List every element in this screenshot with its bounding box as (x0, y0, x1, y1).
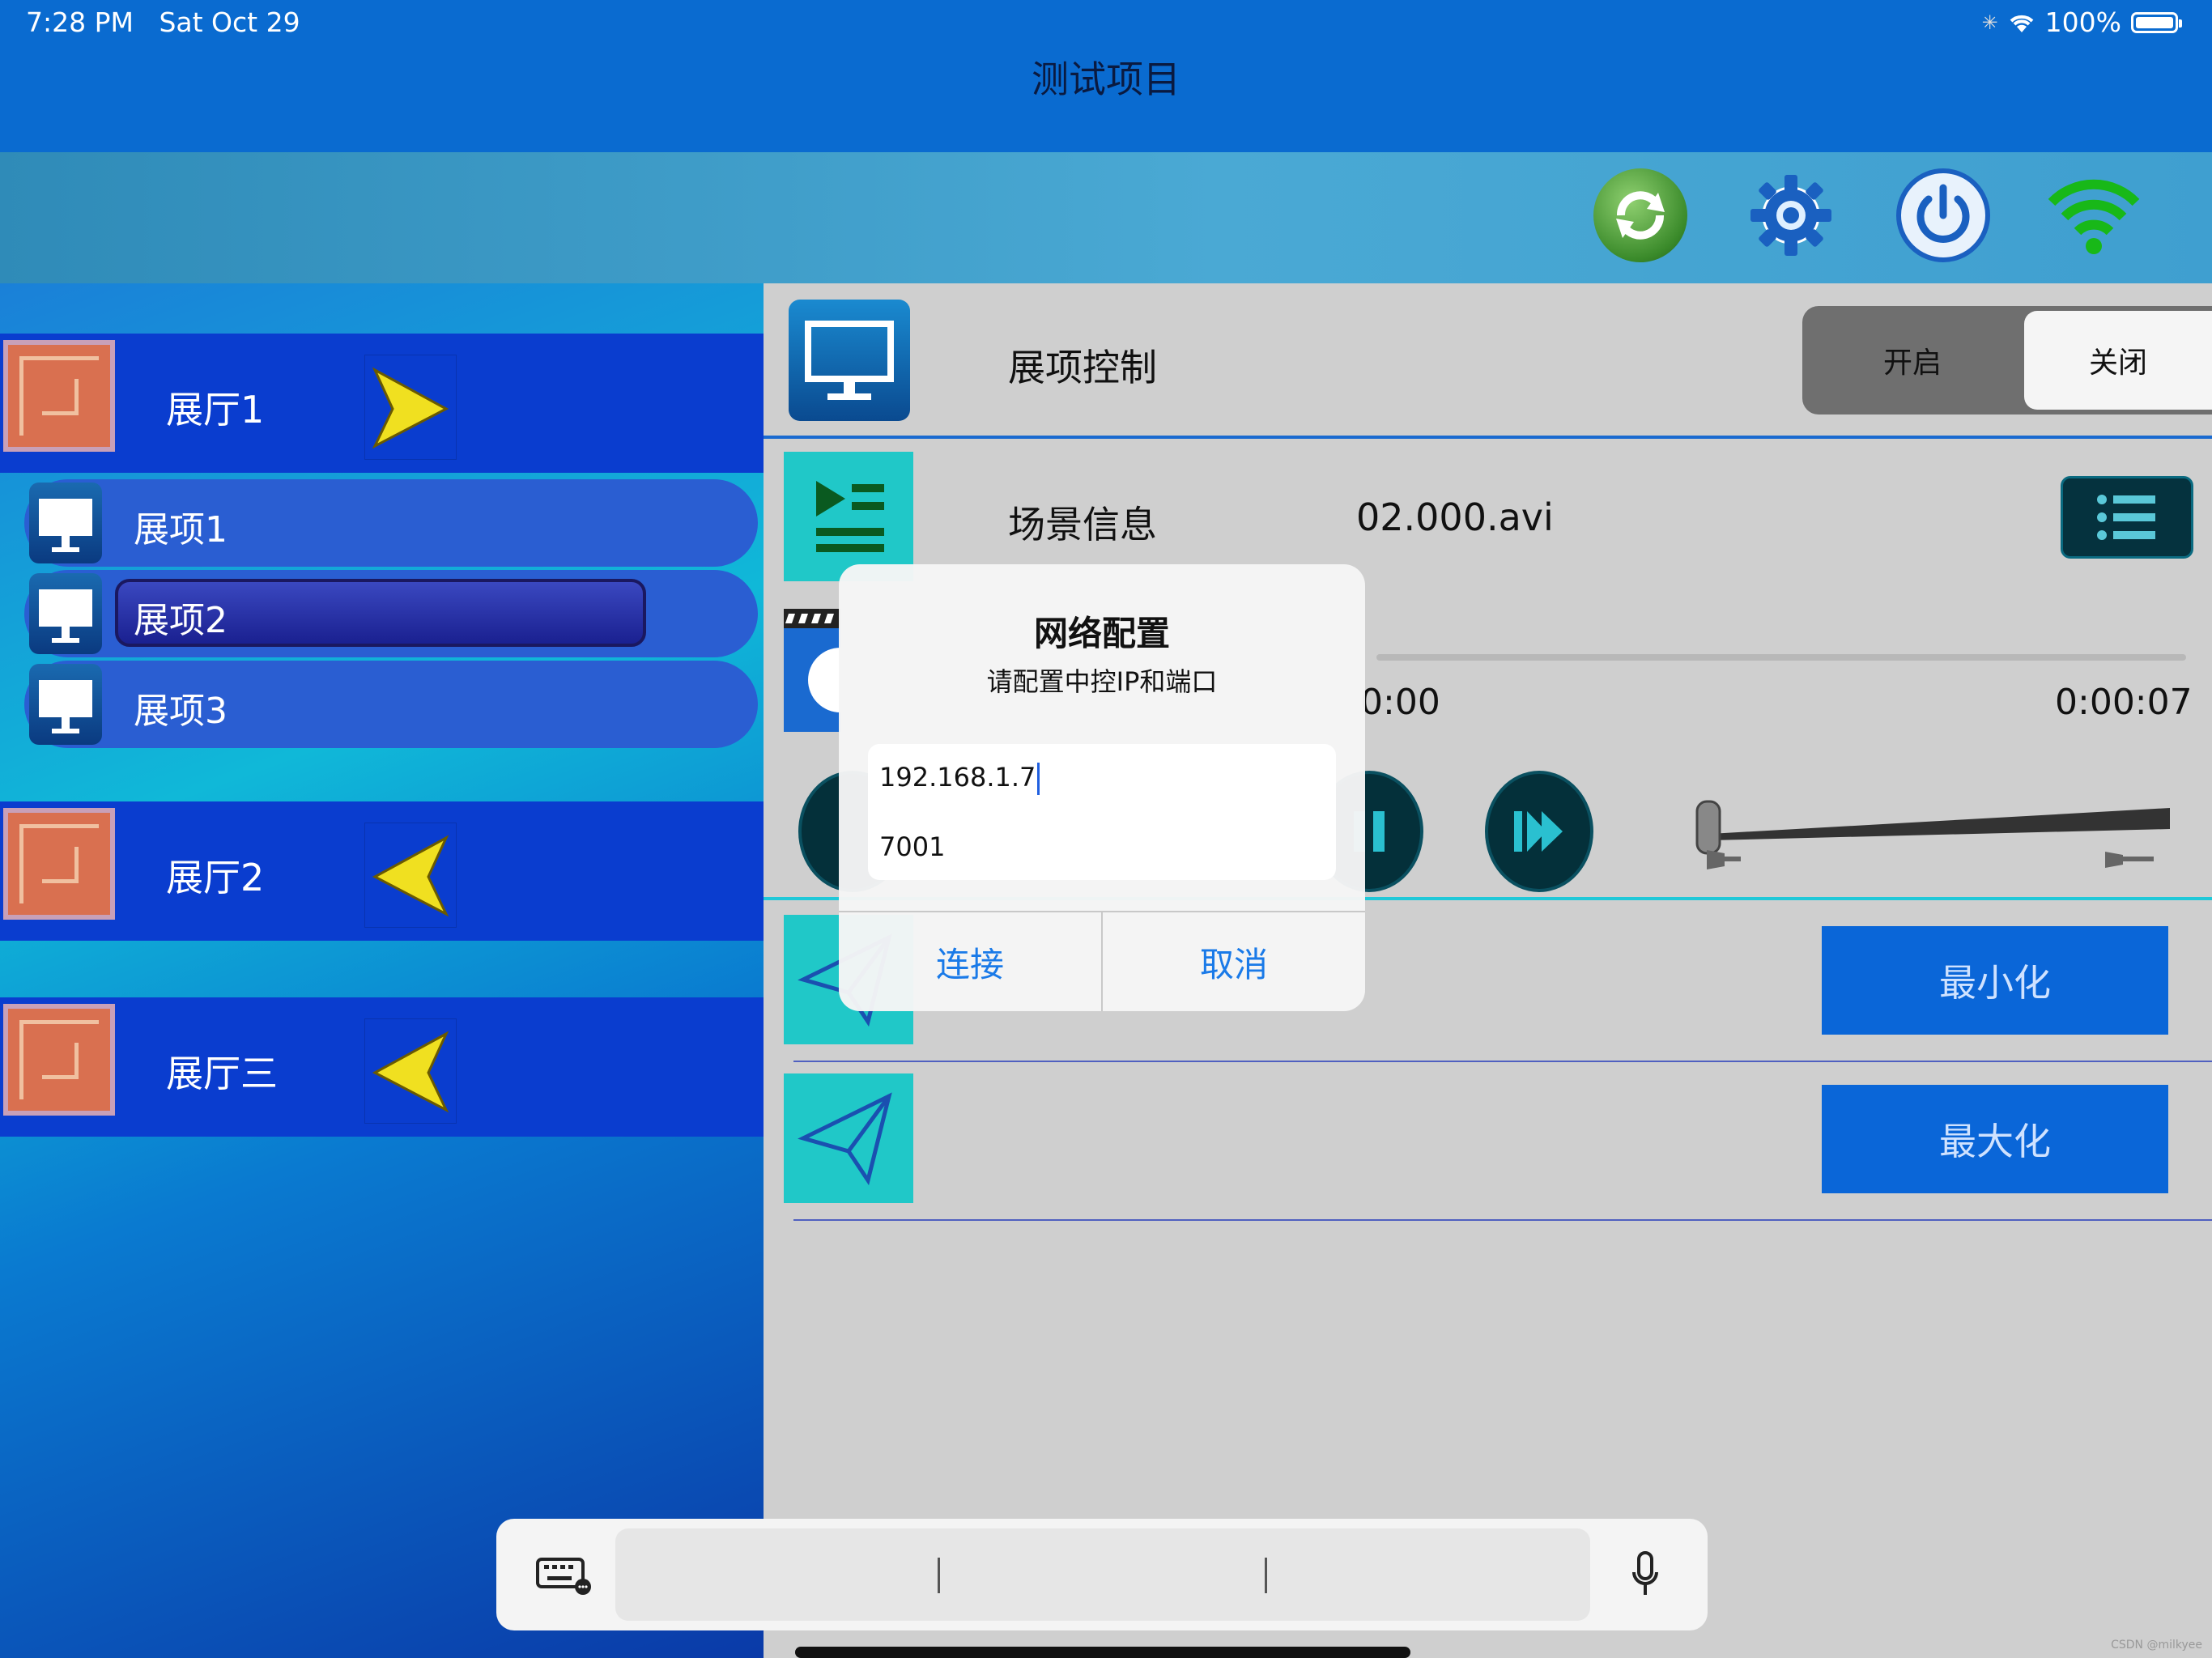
status-wifi-icon (2010, 15, 2034, 32)
page-title: 测试项目 (1032, 57, 1180, 101)
battery-icon (2131, 11, 2182, 33)
fast-forward-icon (1514, 811, 1563, 852)
control-label: 展项控制 (1008, 346, 1157, 389)
divider (793, 1219, 2212, 1221)
divider (764, 436, 2212, 439)
monitor-icon (29, 573, 102, 654)
status-clock: 7:28 PM (26, 6, 134, 38)
divider (793, 1061, 2212, 1062)
status-indicators: ✳ 100% (1981, 6, 2182, 38)
sidebar-item-label: 展项1 (134, 509, 228, 551)
suggestion-divider (938, 1558, 940, 1593)
cancel-button[interactable]: 取消 (1103, 912, 1365, 1011)
keyboard-icon[interactable] (534, 1554, 593, 1596)
ip-value: 192.168.1.7 (879, 762, 1036, 793)
home-indicator[interactable] (795, 1647, 1410, 1658)
hall-label: 展厅2 (166, 856, 265, 899)
toggle-off-button[interactable]: 关闭 (2024, 311, 2212, 410)
watermark: CSDN @milkyee (2111, 1639, 2202, 1652)
video-icon (784, 609, 873, 732)
port-input[interactable]: 7001 (879, 831, 945, 862)
activity-icon: ✳ (1981, 11, 1998, 34)
monitor-icon (789, 300, 910, 421)
total-time: 0:00:07 (2055, 682, 2193, 723)
gear-icon[interactable] (1744, 168, 1838, 262)
network-config-dialog: 网络配置 请配置中控IP和端口 192.168.1.7 7001 连接 取消 (839, 564, 1365, 1011)
arrow-left-icon[interactable] (364, 1018, 457, 1124)
send-icon (784, 1073, 913, 1203)
monitor-icon (29, 483, 102, 563)
floorplan-icon (3, 1004, 115, 1116)
minimize-button[interactable]: 最小化 (1822, 926, 2168, 1035)
current-time: 0:00 (1360, 682, 1440, 723)
toolbar (0, 152, 2212, 283)
toggle-on-button[interactable]: 开启 (1802, 306, 2023, 414)
sidebar-item-label: 展项2 (134, 600, 228, 641)
scene-value: 02.000.avi (1356, 495, 1554, 539)
monitor-icon (29, 664, 102, 745)
wifi-icon[interactable] (2047, 168, 2141, 262)
suggestion-divider (1265, 1558, 1267, 1593)
floorplan-icon (3, 340, 115, 452)
suggestion-strip[interactable] (615, 1528, 1590, 1621)
fast-forward-button[interactable] (1485, 771, 1593, 892)
maximize-button[interactable]: 最大化 (1822, 1085, 2168, 1193)
arrow-right-icon[interactable] (364, 355, 457, 460)
connect-button[interactable]: 连接 (839, 912, 1101, 1011)
text-cursor (1037, 763, 1040, 795)
battery-percent: 100% (2044, 6, 2121, 38)
volume-slider[interactable] (1692, 793, 2178, 882)
progress-track[interactable] (1376, 654, 2186, 661)
refresh-icon[interactable] (1593, 168, 1687, 262)
status-time: 7:28 PM Sat Oct 29 (26, 6, 300, 38)
scene-label: 场景信息 (1008, 503, 1157, 546)
playlist-icon (784, 452, 913, 581)
sidebar-item-label: 展项3 (134, 691, 228, 732)
arrow-left-icon[interactable] (364, 823, 457, 928)
power-icon[interactable] (1896, 168, 1990, 262)
hall-label: 展厅三 (166, 1052, 278, 1095)
microphone-icon[interactable] (1629, 1550, 1661, 1601)
dialog-message: 请配置中控IP和端口 (986, 666, 1218, 697)
ip-input[interactable]: 192.168.1.7 (879, 762, 1040, 795)
list-button[interactable] (2061, 476, 2193, 559)
status-date: Sat Oct 29 (159, 6, 300, 38)
floorplan-icon (3, 808, 115, 920)
hall-label: 展厅1 (166, 388, 265, 432)
list-icon (2097, 495, 2155, 540)
dialog-title: 网络配置 (1033, 614, 1170, 653)
